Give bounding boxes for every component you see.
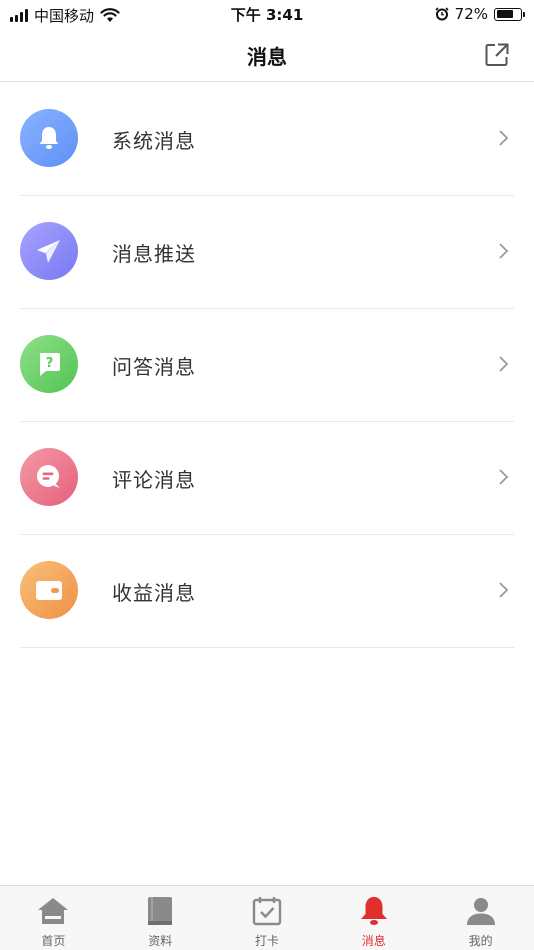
tab-label: 首页 [41,934,66,948]
tab-label: 打卡 [254,934,279,948]
wallet-icon [36,581,62,600]
page-title: 消息 [247,45,287,69]
message-category-list: 系统消息 消息推送 ? 问答消息 评论消息 收益消息 [20,83,514,648]
list-item-label: 评论消息 [112,468,196,492]
nav-header: 消息 [0,28,534,82]
status-bar: 中国移动 下午 3:41 72% [0,0,534,28]
chevron-right-icon [499,356,509,372]
home-icon [38,898,69,924]
tab-label: 我的 [468,934,493,948]
list-item-label: 收益消息 [112,581,196,605]
comment-icon [37,465,60,488]
list-item-qa-messages[interactable]: ? 问答消息 [20,309,514,422]
tab-label: 资料 [148,934,173,948]
chevron-right-icon [499,582,509,598]
share-button[interactable] [484,42,510,68]
list-item-earnings-messages[interactable]: 收益消息 [20,535,514,648]
tab-profile[interactable]: 我的 [427,886,534,950]
calendar-check-icon [252,897,282,926]
system-message-icon-circle [20,109,78,167]
tab-label: 消息 [361,934,386,948]
svg-text:?: ? [46,356,54,371]
chevron-right-icon [499,469,509,485]
list-item-comment-messages[interactable]: 评论消息 [20,422,514,535]
person-icon [466,898,495,925]
chevron-right-icon [499,130,509,146]
push-message-icon-circle [20,222,78,280]
chevron-right-icon [499,243,509,259]
status-right: 72% [435,5,525,23]
tab-checkin[interactable]: 打卡 [214,886,321,950]
bell-icon [360,897,387,925]
list-item-label: 系统消息 [112,129,196,153]
tab-messages[interactable]: 消息 [320,886,427,950]
comment-message-icon-circle [20,448,78,506]
bottom-tab-bar: 首页 资料 打卡 消息 我的 [0,885,534,950]
battery-percent: 72% [454,5,488,23]
list-item-push-messages[interactable]: 消息推送 [20,196,514,309]
list-item-label: 问答消息 [112,355,196,379]
earnings-message-icon-circle [20,561,78,619]
battery-icon [494,7,525,21]
list-item-label: 消息推送 [112,242,196,266]
tab-home[interactable]: 首页 [0,886,107,950]
bell-icon [39,127,59,149]
list-item-system-messages[interactable]: 系统消息 [20,83,514,196]
alarm-icon [435,7,449,21]
battery-fill [496,10,514,18]
question-bubble-icon: ? [39,353,60,376]
share-icon [485,43,509,66]
paper-plane-icon [37,240,60,263]
book-icon [148,897,173,925]
qa-message-icon-circle: ? [20,335,78,393]
tab-materials[interactable]: 资料 [107,886,214,950]
